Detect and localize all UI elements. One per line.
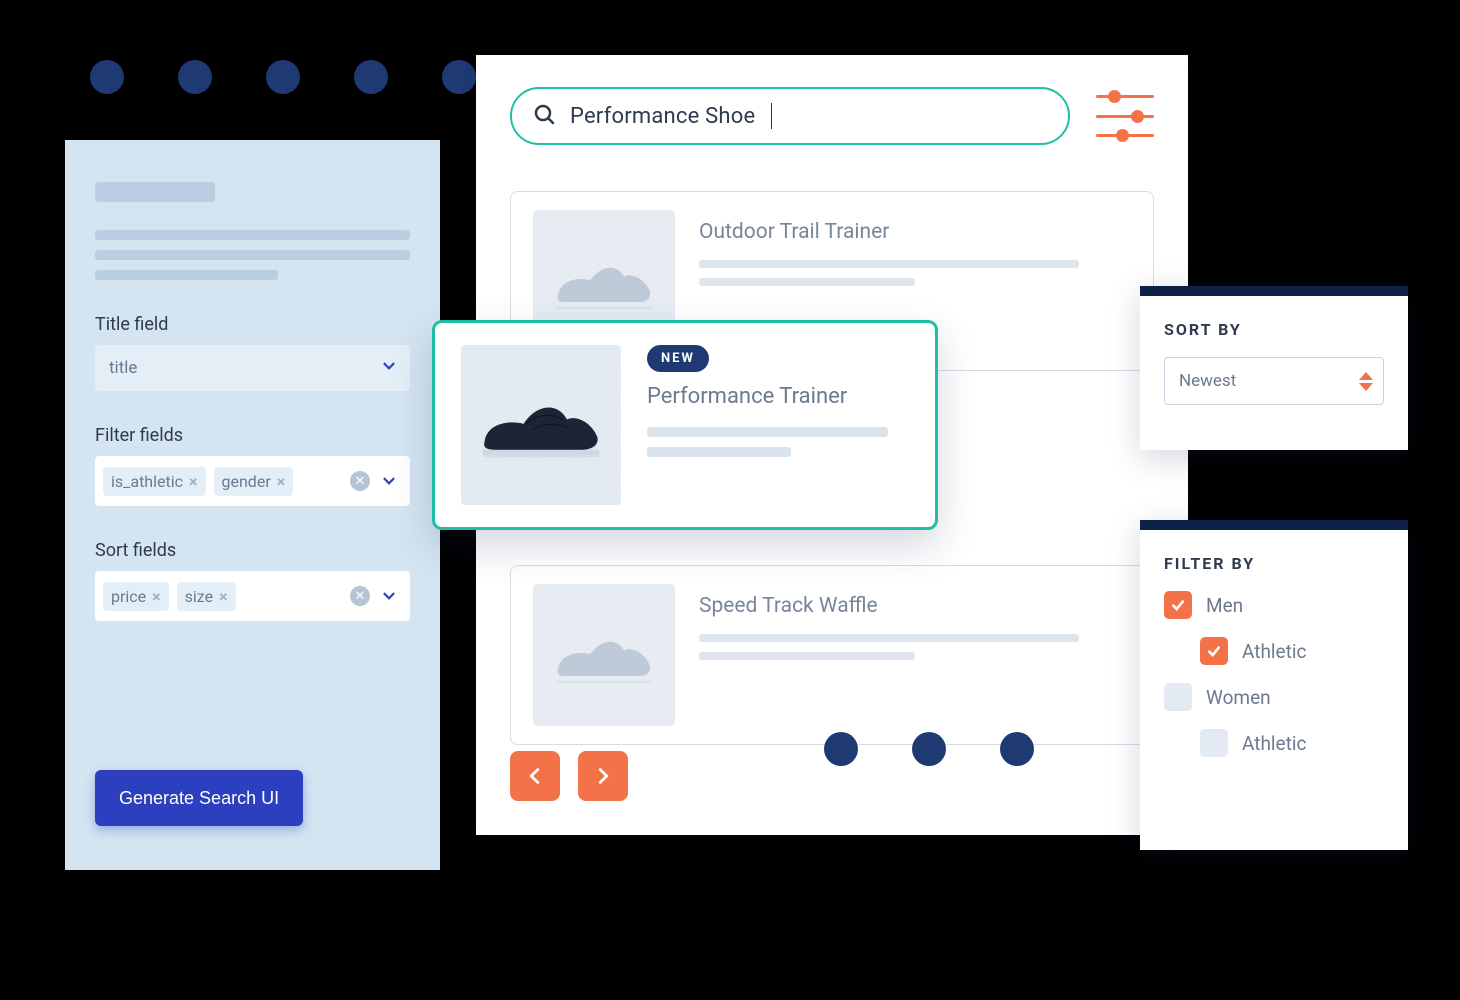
remove-tag-icon[interactable]: ×: [152, 587, 161, 606]
generate-button[interactable]: Generate Search UI: [95, 770, 303, 826]
checkbox-checked-icon[interactable]: [1200, 637, 1228, 665]
checkbox-icon[interactable]: [1164, 683, 1192, 711]
remove-tag-icon[interactable]: ×: [189, 472, 198, 491]
filter-tag[interactable]: is_athletic ×: [103, 467, 206, 496]
filter-option[interactable]: Athletic: [1200, 729, 1384, 757]
filter-option[interactable]: Athletic: [1200, 637, 1384, 665]
sort-select[interactable]: Newest: [1164, 357, 1384, 405]
sort-tag[interactable]: price ×: [103, 582, 169, 611]
remove-tag-icon[interactable]: ×: [277, 472, 286, 491]
filter-toggle-icon[interactable]: [1096, 95, 1154, 137]
sort-stepper-icon[interactable]: [1359, 372, 1373, 391]
decorative-dots-bottom: [824, 732, 1034, 766]
product-thumbnail: [533, 584, 675, 726]
remove-tag-icon[interactable]: ×: [219, 587, 228, 606]
checkbox-icon[interactable]: [1200, 729, 1228, 757]
filter-fields-multiselect[interactable]: is_athletic × gender × ✕: [95, 456, 410, 506]
title-field-value: title: [109, 358, 137, 378]
product-thumbnail: [461, 345, 621, 505]
chevron-down-icon[interactable]: [380, 472, 398, 490]
result-title: Outdoor Trail Trainer: [699, 220, 1131, 244]
text-caret: [771, 103, 772, 129]
search-query: Performance Shoe: [570, 104, 755, 129]
filter-panel: FILTER BY Men Athletic Women: [1140, 520, 1408, 850]
prev-page-button[interactable]: [510, 751, 560, 801]
shoe-icon: [549, 249, 659, 313]
dot-icon: [90, 60, 124, 94]
filter-tag[interactable]: gender ×: [214, 467, 294, 496]
next-page-button[interactable]: [578, 751, 628, 801]
pagination: [510, 751, 628, 801]
sort-panel: SORT BY Newest: [1140, 286, 1408, 450]
config-panel: Title field title Filter fields is_athle…: [65, 140, 440, 870]
filter-option[interactable]: Women: [1164, 683, 1384, 711]
result-card[interactable]: Speed Track Waffle: [510, 565, 1154, 745]
sort-fields-label: Sort fields: [95, 540, 410, 561]
search-icon: [532, 102, 556, 130]
chevron-down-icon[interactable]: [380, 587, 398, 605]
search-input[interactable]: Performance Shoe: [510, 87, 1070, 145]
sort-panel-title: SORT BY: [1164, 320, 1384, 339]
result-title: Performance Trainer: [647, 384, 909, 409]
config-placeholder-line: [95, 230, 410, 240]
result-title: Speed Track Waffle: [699, 594, 1131, 618]
clear-all-icon[interactable]: ✕: [350, 586, 370, 606]
shoe-icon: [549, 623, 659, 687]
title-field-label: Title field: [95, 314, 410, 335]
filter-option[interactable]: Men: [1164, 591, 1384, 619]
decorative-dots-row-1: [90, 60, 476, 94]
featured-result-card[interactable]: NEW Performance Trainer: [432, 320, 938, 530]
new-badge: NEW: [647, 345, 709, 372]
chevron-down-icon: [380, 357, 398, 380]
filter-panel-title: FILTER BY: [1164, 554, 1384, 573]
filter-fields-label: Filter fields: [95, 425, 410, 446]
sort-tag[interactable]: size ×: [177, 582, 236, 611]
sort-value: Newest: [1179, 371, 1236, 391]
placeholder-line: [699, 260, 1079, 268]
title-field-select[interactable]: title: [95, 345, 410, 391]
clear-all-icon[interactable]: ✕: [350, 471, 370, 491]
sort-fields-multiselect[interactable]: price × size × ✕: [95, 571, 410, 621]
checkbox-checked-icon[interactable]: [1164, 591, 1192, 619]
config-heading-placeholder: [95, 182, 215, 202]
shoe-icon: [476, 387, 606, 463]
